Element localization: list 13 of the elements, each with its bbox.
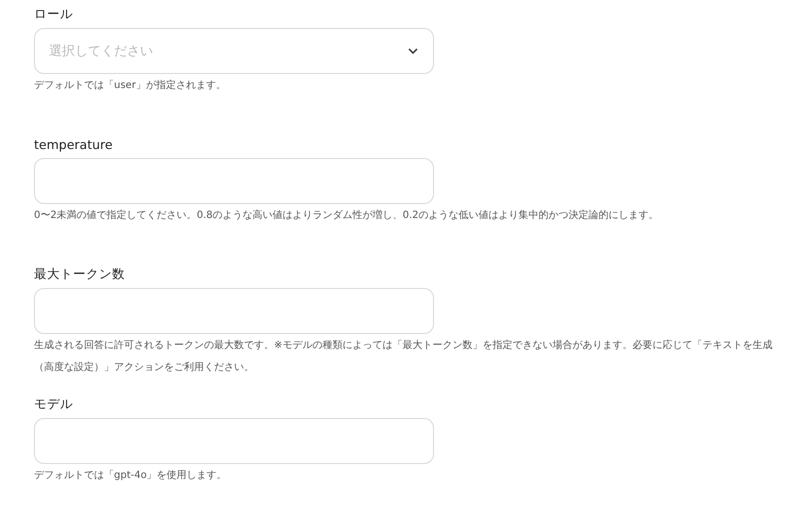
field-label: ロール: [34, 4, 74, 22]
input-field[interactable]: [34, 288, 434, 334]
hint-text: デフォルトでは「user」が指定されます。: [34, 78, 227, 93]
input-field[interactable]: [34, 158, 434, 204]
chevron-down-icon: [407, 47, 419, 55]
hint-text: デフォルトでは「gpt-4o」を使用します。: [34, 468, 228, 483]
hint-text: 生成される回答に許可されるトークンの最大数です。※モデルの種類によっては「最大トークン数」を指定できない場合があります。必要に応じて「テキストを生成（高度な設定）」アクションをご利用ください。: [34, 338, 774, 375]
field-label: temperature: [34, 136, 114, 154]
select-field[interactable]: 選択してください: [34, 28, 434, 74]
field-label: モデル: [34, 394, 74, 412]
field-label: 最大トークン数: [34, 264, 126, 282]
hint-text: 0〜2未満の値で指定してください。0.8のような高い値はよりランダム性が増し、0.2のような低い値はより集中的かつ決定論的にします。: [34, 208, 660, 223]
input-field[interactable]: [34, 418, 434, 464]
